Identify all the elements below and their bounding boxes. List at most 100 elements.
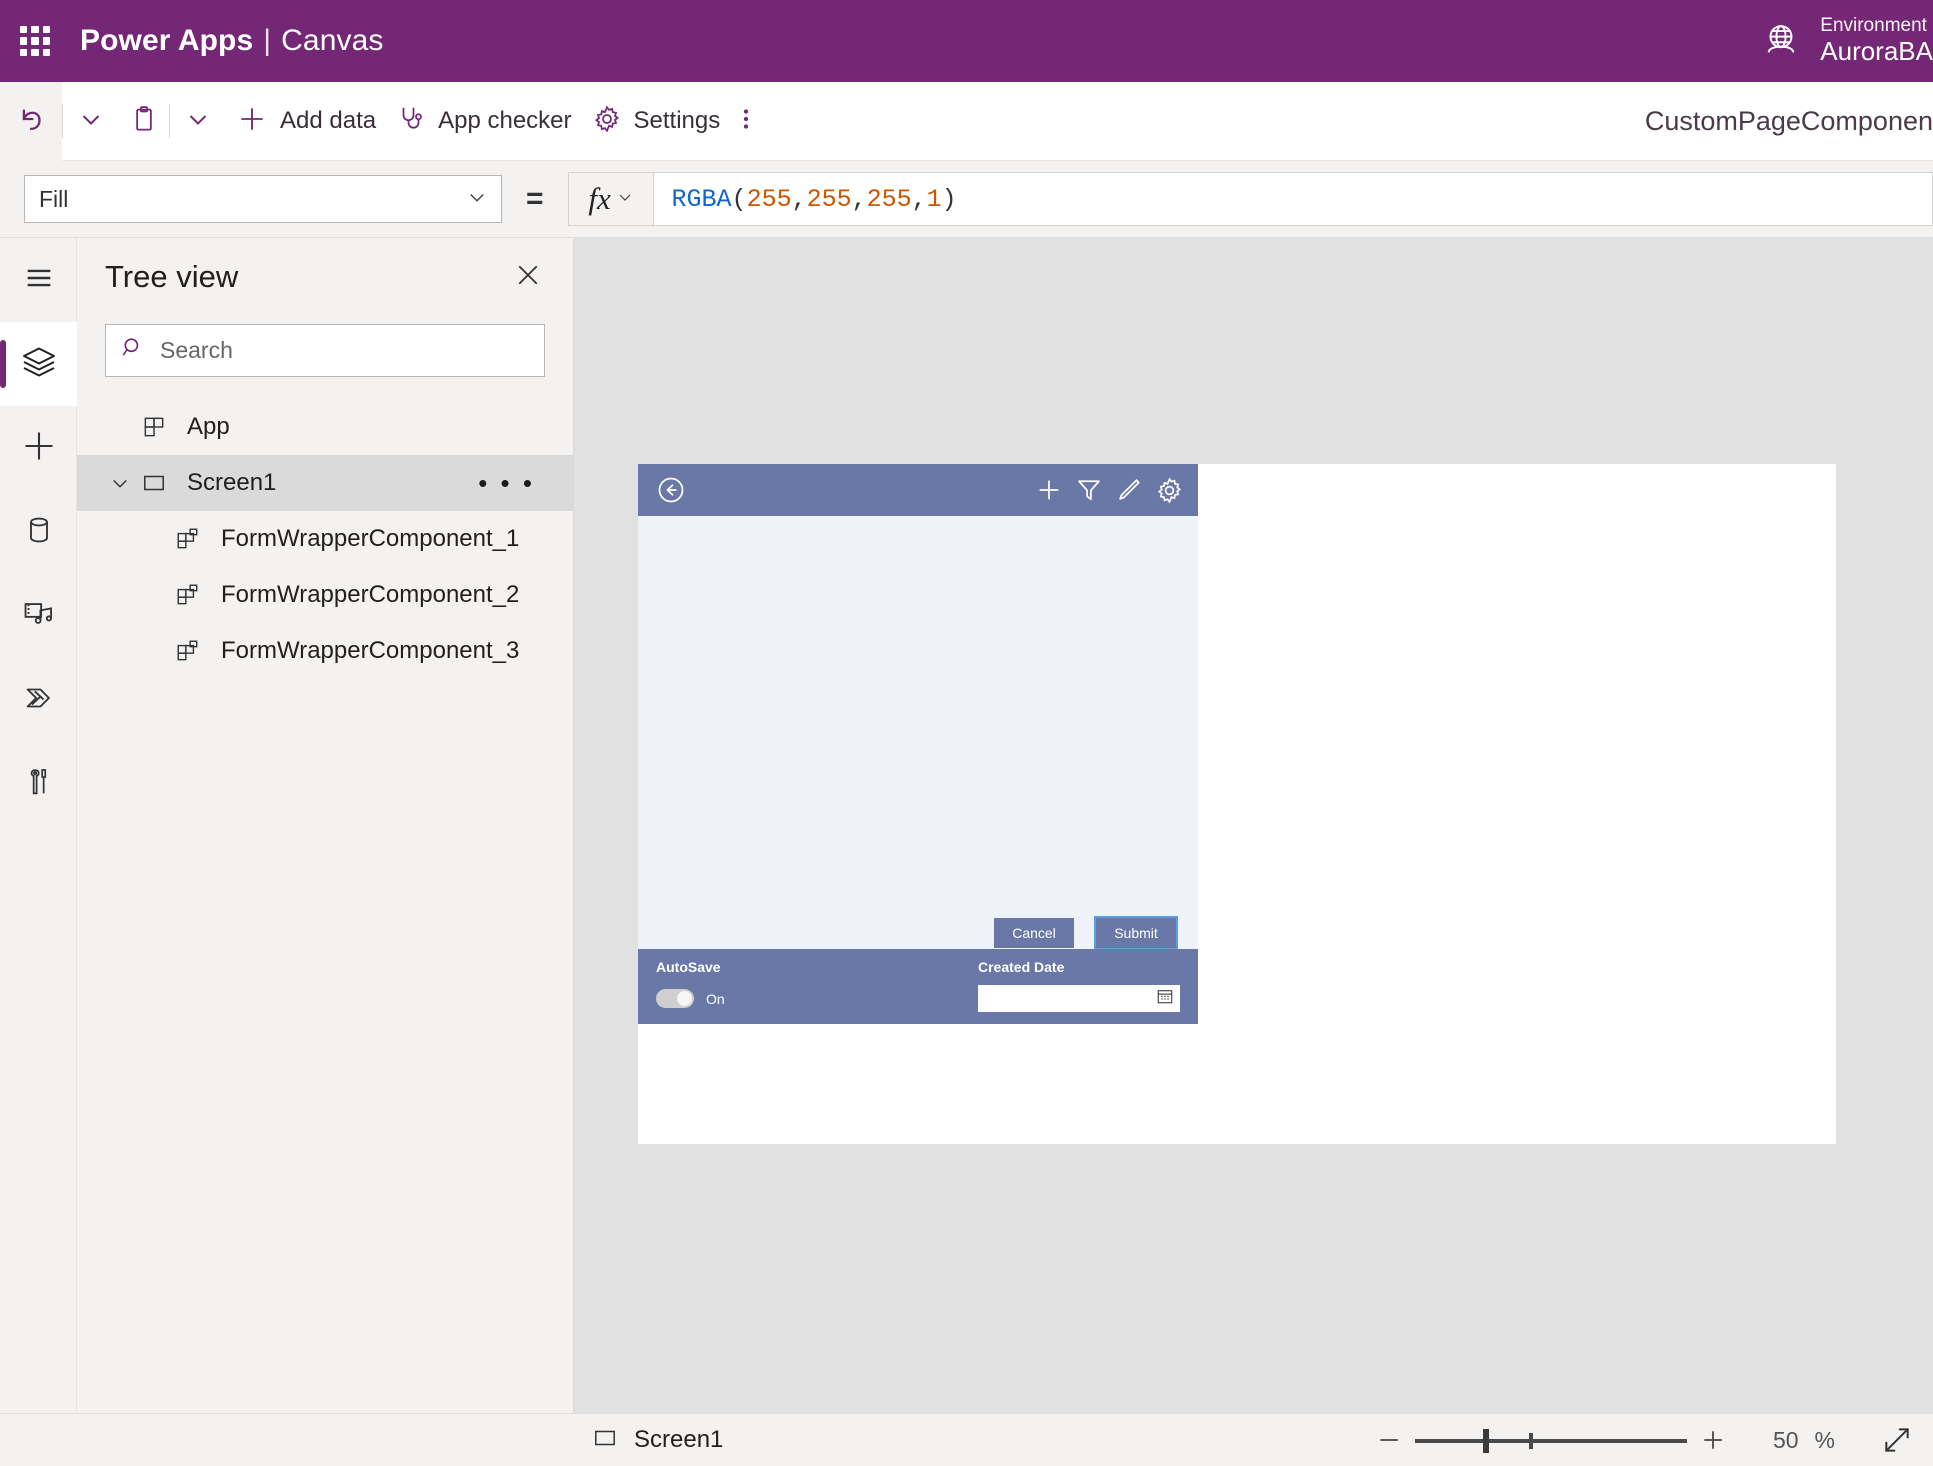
- form-footer: AutoSave On Created Date: [638, 949, 1198, 1024]
- paste-button[interactable]: [119, 82, 169, 161]
- brand-secondary: Canvas: [281, 24, 384, 57]
- formula-paren-open: (: [731, 184, 747, 214]
- tree-item-app[interactable]: App: [77, 399, 573, 455]
- created-date-input[interactable]: [978, 985, 1180, 1012]
- close-icon[interactable]: [505, 252, 551, 303]
- sidebar-item-menu[interactable]: [0, 238, 77, 322]
- gear-icon: [592, 104, 622, 139]
- environment-name: AuroraBA: [1820, 35, 1933, 66]
- command-bar: Add data App checker Settings CustomPage…: [0, 81, 1933, 161]
- tree-view-panel: Tree view Search App Screen1 • • • FormW…: [77, 238, 574, 1413]
- screen-icon: [135, 470, 173, 496]
- form-wrapper-component[interactable]: Cancel Submit AutoSave On Created Date: [638, 464, 1198, 1024]
- zoom-unit: %: [1814, 1426, 1835, 1453]
- undo-dropdown-button[interactable]: [63, 82, 119, 161]
- tree-item-formwrappercomponent-1[interactable]: FormWrapperComponent_1: [77, 511, 573, 567]
- form-actions: Cancel Submit: [994, 916, 1178, 950]
- created-date-label: Created Date: [978, 959, 1065, 975]
- screen-icon: [592, 1425, 618, 1456]
- search-input[interactable]: Search: [105, 324, 545, 377]
- slider-thumb[interactable]: [1482, 1429, 1489, 1453]
- tree-item-formwrappercomponent-3[interactable]: FormWrapperComponent_3: [77, 623, 573, 679]
- left-icon-rail: [0, 238, 77, 1413]
- autosave-toggle[interactable]: [656, 989, 694, 1008]
- gear-icon[interactable]: [1155, 476, 1184, 505]
- formula-paren-close: ): [941, 184, 957, 214]
- more-options-button[interactable]: [730, 82, 762, 161]
- plus-icon[interactable]: [1035, 476, 1063, 504]
- paste-dropdown-button[interactable]: [170, 82, 226, 161]
- chevron-down-icon[interactable]: [105, 473, 135, 493]
- tree-item-screen1[interactable]: Screen1 • • •: [77, 455, 573, 511]
- status-screen-label: Screen1: [634, 1426, 724, 1453]
- page-title: Tree view: [105, 259, 239, 294]
- plus-icon: [21, 428, 57, 469]
- app-page-surface[interactable]: Cancel Submit AutoSave On Created Date: [638, 464, 1836, 1144]
- property-selector[interactable]: Fill: [24, 175, 502, 223]
- search-placeholder: Search: [160, 337, 233, 363]
- component-icon: [169, 638, 207, 664]
- tree-item-overflow-button[interactable]: • • •: [478, 468, 535, 499]
- sidebar-item-media[interactable]: [0, 574, 77, 658]
- stethoscope-icon: [396, 104, 426, 139]
- autosave-label: AutoSave: [656, 959, 721, 975]
- submit-button[interactable]: Submit: [1094, 916, 1178, 950]
- sidebar-item-insert[interactable]: [0, 406, 77, 490]
- zoom-out-button[interactable]: [1363, 1425, 1415, 1455]
- status-screen-selector[interactable]: Screen1: [592, 1425, 723, 1456]
- add-data-button[interactable]: Add data: [226, 82, 386, 161]
- clipboard-paste-icon: [129, 104, 159, 139]
- tree-item-formwrappercomponent-2[interactable]: FormWrapperComponent_2: [77, 567, 573, 623]
- sidebar-item-power-automate[interactable]: [0, 658, 77, 742]
- formula-comma-1: ,: [791, 184, 807, 214]
- tree-view-header: Tree view: [77, 238, 573, 316]
- chevron-down-icon: [617, 189, 633, 210]
- status-bar: Screen1 50 %: [0, 1413, 1933, 1466]
- form-body[interactable]: Cancel Submit: [638, 516, 1198, 966]
- pencil-icon[interactable]: [1115, 476, 1143, 504]
- database-icon: [23, 514, 55, 551]
- plus-icon: [236, 103, 268, 140]
- environment-selector[interactable]: Environment AuroraBA: [1760, 0, 1933, 82]
- formula-bar: Fill = fx RGBA(255, 255, 255, 1): [0, 161, 1933, 238]
- tree-item-label: FormWrapperComponent_2: [221, 581, 520, 608]
- app-header: Power Apps | Canvas Environment AuroraBA: [0, 0, 1933, 82]
- zoom-slider[interactable]: [1414, 1426, 1687, 1454]
- media-icon: [22, 597, 56, 636]
- filter-icon[interactable]: [1075, 476, 1103, 504]
- sidebar-item-advanced-tools[interactable]: [0, 742, 77, 826]
- undo-button[interactable]: [0, 81, 62, 161]
- equals-sign: =: [526, 182, 544, 215]
- sidebar-item-tree-view[interactable]: [0, 322, 77, 406]
- settings-button[interactable]: Settings: [582, 82, 731, 161]
- hamburger-menu-icon: [22, 261, 56, 300]
- zoom-in-button[interactable]: [1687, 1425, 1739, 1455]
- canvas-area[interactable]: Cancel Submit AutoSave On Created Date: [574, 238, 1933, 1413]
- autosave-state-label: On: [706, 990, 725, 1007]
- environment-label: Environment: [1820, 15, 1927, 37]
- tree-item-label: Screen1: [187, 469, 277, 496]
- formula-comma-2: ,: [851, 184, 867, 214]
- formula-comma-3: ,: [911, 184, 927, 214]
- tree-item-label: FormWrapperComponent_3: [221, 637, 520, 664]
- created-date-group: Created Date: [978, 949, 1198, 1024]
- app-checker-button[interactable]: App checker: [386, 82, 581, 161]
- formula-input[interactable]: RGBA(255, 255, 255, 1): [653, 172, 1933, 226]
- back-arrow-circle-icon[interactable]: [656, 475, 686, 505]
- autosave-group: AutoSave On: [638, 949, 978, 1024]
- expand-diagonal-icon[interactable]: [1881, 1424, 1913, 1456]
- slider-tick: [1528, 1433, 1533, 1449]
- undo-icon: [14, 102, 48, 141]
- chevron-down-icon: [79, 107, 103, 136]
- fx-button[interactable]: fx: [567, 172, 654, 226]
- app-launcher-icon[interactable]: [20, 26, 50, 56]
- tree-search-wrapper: Search: [77, 316, 573, 377]
- chevron-down-icon: [467, 186, 487, 213]
- app-checker-label: App checker: [438, 107, 572, 134]
- calendar-icon[interactable]: [1156, 987, 1174, 1010]
- cancel-button[interactable]: Cancel: [994, 918, 1074, 948]
- tools-icon: [23, 766, 55, 803]
- sidebar-item-data[interactable]: [0, 490, 77, 574]
- toggle-knob: [677, 991, 692, 1006]
- chevron-down-icon: [186, 107, 210, 136]
